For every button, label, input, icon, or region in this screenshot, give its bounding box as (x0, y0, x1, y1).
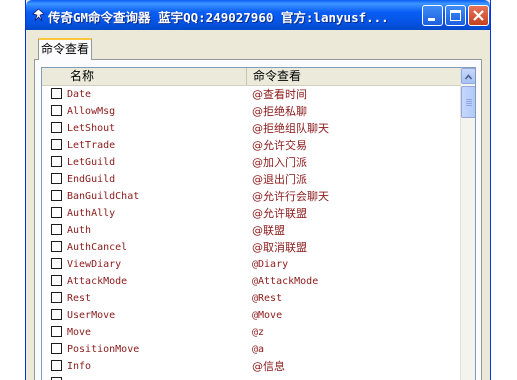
list-item[interactable]: ViewDiary @Diary (42, 256, 460, 273)
list-header: 名称 命令查看 (42, 68, 460, 86)
checkbox[interactable] (51, 309, 62, 320)
column-header-view[interactable]: 命令查看 (248, 68, 460, 85)
maximize-icon (450, 10, 461, 21)
command-view: @拒绝私聊 (252, 105, 307, 118)
vertical-scrollbar[interactable] (460, 68, 475, 380)
maximize-button[interactable] (445, 5, 466, 26)
command-name: LetTrade (67, 140, 116, 151)
close-icon (473, 10, 484, 21)
command-name: UserMove (67, 310, 116, 321)
command-name: AuthCancel (67, 242, 128, 253)
checkbox[interactable] (51, 173, 62, 184)
grip-line (466, 103, 472, 104)
command-name: Info (67, 361, 92, 372)
command-view: @Diary (252, 259, 289, 270)
checkbox[interactable] (51, 224, 62, 235)
column-header-name[interactable]: 名称 (42, 68, 247, 85)
checkbox[interactable] (51, 105, 62, 116)
list-item[interactable]: UserMove @Move (42, 307, 460, 324)
command-name: AttackMode (67, 276, 128, 287)
list-item[interactable]: LetTrade @允许交易 (42, 137, 460, 154)
grip-line (466, 99, 472, 100)
checkbox[interactable] (51, 190, 62, 201)
command-name: BanGuildChat (67, 191, 140, 202)
checkbox[interactable] (51, 88, 62, 99)
command-view: @查看时间 (252, 88, 307, 101)
list-item[interactable]: Move @z (42, 324, 460, 341)
command-view: @AttackMode (252, 276, 319, 287)
list-item[interactable] (42, 375, 460, 380)
command-name: Date (67, 89, 92, 100)
command-view: @取消联盟 (252, 241, 307, 254)
list-item[interactable]: AuthAlly @允许联盟 (42, 205, 460, 222)
minimize-button[interactable] (422, 5, 443, 26)
checkbox[interactable] (51, 139, 62, 150)
checkbox[interactable] (51, 207, 62, 218)
command-list: 名称 命令查看 Date @查看时间 AllowMsg @拒绝私聊 LetShout… (41, 67, 476, 380)
minimize-icon (428, 18, 435, 21)
list-item[interactable]: Date @查看时间 (42, 86, 460, 103)
checkbox[interactable] (51, 326, 62, 337)
command-view: @z (252, 327, 265, 338)
checkbox[interactable] (51, 343, 62, 354)
command-name: EndGuild (67, 174, 116, 185)
list-item[interactable]: EndGuild @退出门派 (42, 171, 460, 188)
title-bar[interactable]: 传奇GM命令查询器 蓝宇QQ:249027960 官方:lanyusf... (26, 0, 490, 30)
tab-command-view[interactable]: 命令查看 (38, 38, 92, 60)
list-item[interactable]: AllowMsg @拒绝私聊 (42, 103, 460, 120)
checkbox[interactable] (51, 156, 62, 167)
command-name: Move (67, 327, 92, 338)
command-view: @允许交易 (252, 139, 307, 152)
command-view: @信息 (252, 360, 285, 373)
list-item[interactable]: Rest @Rest (42, 290, 460, 307)
list-item[interactable]: AuthCancel @取消联盟 (42, 239, 460, 256)
window-title: 传奇GM命令查询器 蓝宇QQ:249027960 官方:lanyusf... (48, 10, 389, 25)
command-view: @允许联盟 (252, 207, 307, 220)
command-name: AllowMsg (67, 106, 116, 117)
command-name: Rest (67, 293, 92, 304)
checkbox[interactable] (51, 360, 62, 371)
list-item[interactable]: LetGuild @加入门派 (42, 154, 460, 171)
app-window: 传奇GM命令查询器 蓝宇QQ:249027960 官方:lanyusf... 命… (25, 0, 491, 380)
list-item[interactable]: Info @信息 (42, 358, 460, 375)
command-view: @Move (252, 310, 283, 321)
grip-line (466, 105, 472, 106)
command-view: @Rest (252, 293, 283, 304)
close-button[interactable] (468, 5, 489, 26)
list-item[interactable]: Auth @联盟 (42, 222, 460, 239)
app-icon (32, 8, 45, 22)
command-name: Auth (67, 225, 92, 236)
grip-line (466, 101, 472, 102)
command-view: @a (252, 344, 265, 355)
command-name: AuthAlly (67, 208, 116, 219)
list-item[interactable]: LetShout @拒绝组队聊天 (42, 120, 460, 137)
chevron-up-icon (464, 74, 473, 80)
command-name: PositionMove (67, 344, 140, 355)
command-name: LetShout (67, 123, 116, 134)
checkbox[interactable] (51, 122, 62, 133)
checkbox[interactable] (51, 258, 62, 269)
list-item[interactable]: BanGuildChat @允许行会聊天 (42, 188, 460, 205)
scroll-thumb[interactable] (461, 86, 475, 118)
list-item[interactable]: PositionMove @a (42, 341, 460, 358)
command-view: @加入门派 (252, 156, 307, 169)
checkbox[interactable] (51, 275, 62, 286)
checkbox[interactable] (51, 292, 62, 303)
command-name: LetGuild (67, 157, 116, 168)
command-view: @拒绝组队聊天 (252, 122, 329, 135)
scroll-up-button[interactable] (461, 68, 475, 84)
list-item[interactable]: AttackMode @AttackMode (42, 273, 460, 290)
command-name: ViewDiary (67, 259, 122, 270)
command-view: @联盟 (252, 224, 285, 237)
command-view: @退出门派 (252, 173, 307, 186)
command-view: @允许行会聊天 (252, 190, 329, 203)
checkbox[interactable] (51, 241, 62, 252)
